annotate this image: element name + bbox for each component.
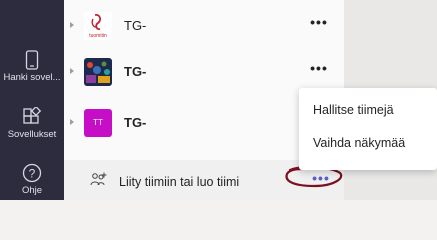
menu-item-manage-teams[interactable]: Hallitse tiimejä [313, 103, 394, 117]
add-team-icon [90, 172, 107, 186]
team-row[interactable]: tuomitin TG- ••• [64, 6, 344, 46]
expand-chevron-icon[interactable] [70, 22, 74, 28]
rail-item-apps[interactable]: Sovellukset [0, 107, 64, 140]
rail-item-get-apps[interactable]: Hanki sovel... [0, 50, 64, 83]
team-avatar [84, 58, 112, 86]
apps-icon [23, 107, 42, 124]
team-name: TG- [124, 18, 147, 33]
svg-text:tuomitin: tuomitin [89, 33, 107, 39]
team-avatar: tuomitin [84, 12, 112, 40]
expand-chevron-icon[interactable] [70, 119, 74, 125]
team-initials: TT [93, 118, 103, 127]
rail-item-label: Ohje [21, 185, 43, 196]
team-name: TG- [124, 115, 147, 130]
team-row[interactable]: TG- ••• [64, 52, 344, 92]
team-avatar: TT [84, 109, 112, 137]
rail-item-label: Hanki sovel... [3, 72, 61, 83]
rail-item-label: Sovellukset [7, 129, 57, 140]
app-rail: Hanki sovel... Sovellukset ? Ohje [0, 0, 64, 200]
menu-item-switch-view[interactable]: Vaihda näkymää [313, 136, 405, 150]
rail-item-help[interactable]: ? Ohje [0, 163, 64, 196]
svg-text:?: ? [29, 167, 36, 181]
tuomitin-logo-icon: tuomitin [89, 14, 107, 39]
expand-chevron-icon[interactable] [70, 68, 74, 74]
team-name: TG- [124, 64, 147, 79]
help-icon: ? [22, 163, 42, 183]
teams-context-menu: Hallitse tiimejä Vaihda näkymää [299, 88, 437, 170]
join-or-create-link[interactable]: Liity tiimiin tai luo tiimi [119, 175, 239, 189]
phone-icon [25, 50, 39, 70]
photo-avatar-icon [84, 58, 112, 86]
more-options-icon[interactable]: ••• [307, 15, 331, 35]
more-options-icon[interactable]: ••• [307, 61, 331, 81]
